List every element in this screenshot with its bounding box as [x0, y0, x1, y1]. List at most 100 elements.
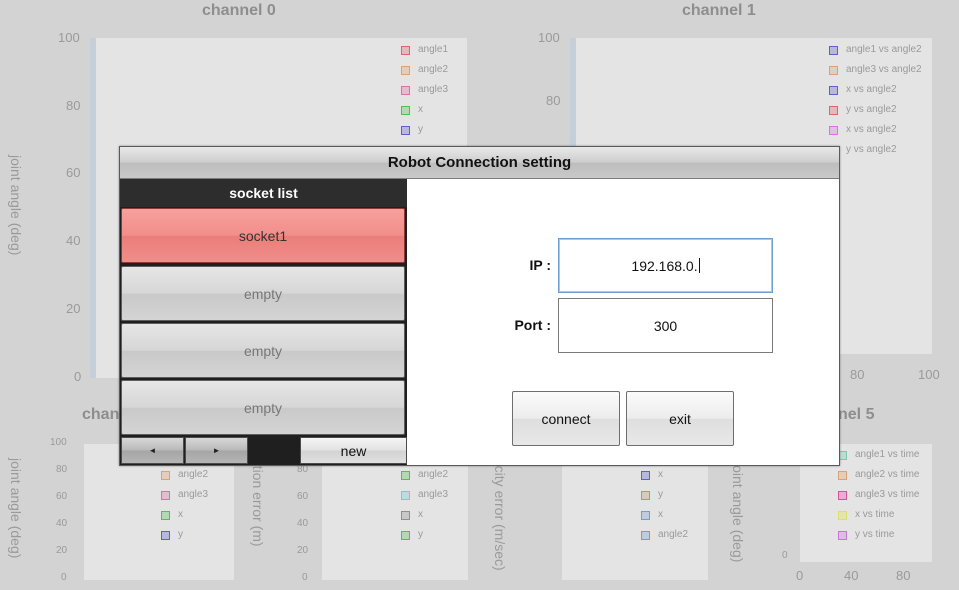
- channel1-title: channel 1: [682, 2, 756, 19]
- socket-list-item[interactable]: socket1: [121, 208, 405, 263]
- legend-label: angle1 vs angle2: [846, 44, 922, 55]
- legend-swatch-icon: [838, 510, 847, 520]
- legend-entry: y vs time: [838, 525, 919, 545]
- legend-entry: angle3 vs time: [838, 485, 919, 505]
- channel3-legend: angle2 angle3 x y: [401, 465, 448, 545]
- legend-swatch-icon: [401, 490, 410, 500]
- channel2-ytick: 100: [50, 437, 67, 448]
- legend-swatch-icon: [829, 45, 838, 55]
- ip-field[interactable]: 192.168.0.: [558, 238, 773, 293]
- channel1-ytick: 100: [538, 30, 560, 45]
- legend-swatch-icon: [838, 470, 847, 480]
- port-field[interactable]: 300: [558, 298, 773, 353]
- legend-label: y vs angle2: [846, 104, 897, 115]
- legend-entry: y: [401, 120, 448, 140]
- legend-label: x vs time: [855, 509, 895, 520]
- connect-button[interactable]: connect: [512, 391, 620, 446]
- channel0-yaxis: [90, 38, 96, 378]
- legend-label: y: [178, 529, 183, 540]
- legend-label: y: [658, 489, 663, 500]
- channel5-xtick: 40: [844, 568, 859, 583]
- legend-label: angle2: [178, 469, 209, 480]
- legend-entry: angle3: [401, 485, 448, 505]
- socket-list-panel: socket list socket1 empty empty empty ◄ …: [120, 179, 407, 465]
- legend-swatch-icon: [829, 85, 838, 95]
- legend-swatch-icon: [161, 490, 170, 500]
- legend-swatch-icon: [401, 45, 410, 55]
- legend-entry: angle3: [161, 485, 208, 505]
- dialog-title: Robot Connection setting: [120, 147, 839, 179]
- channel2-ylabel: joint angle (deg): [8, 458, 24, 559]
- legend-swatch-icon: [401, 65, 410, 75]
- legend-label: angle3 vs angle2: [846, 64, 922, 75]
- channel3-ytick: 40: [297, 518, 309, 529]
- socket-list-item[interactable]: empty: [121, 380, 405, 435]
- legend-label: angle2 vs time: [855, 469, 920, 480]
- next-page-button[interactable]: ►: [185, 437, 248, 464]
- legend-entry: x vs time: [838, 505, 919, 525]
- legend-label: angle2: [658, 529, 689, 540]
- legend-swatch-icon: [401, 510, 410, 520]
- legend-label: angle3 vs time: [855, 489, 920, 500]
- channel1-legend: angle1 vs angle2 angle3 vs angle2 x vs ang…: [829, 40, 922, 160]
- channel2-title: chan: [82, 406, 120, 423]
- legend-label: y vs angle2: [846, 144, 897, 155]
- channel5-xtick: 0: [796, 568, 804, 583]
- legend-swatch-icon: [401, 105, 410, 115]
- legend-entry: x: [401, 100, 448, 120]
- legend-entry: angle2 vs time: [838, 465, 919, 485]
- legend-entry: y: [161, 525, 208, 545]
- legend-label: y vs time: [855, 529, 895, 540]
- legend-label: x vs angle2: [846, 124, 897, 135]
- legend-label: angle2: [418, 469, 449, 480]
- legend-entry: angle2: [401, 465, 448, 485]
- legend-label: y: [418, 529, 423, 540]
- channel2-ytick: 20: [56, 545, 68, 556]
- channel2-legend: angle2 angle3 x y: [161, 465, 208, 545]
- new-socket-button[interactable]: new: [300, 437, 407, 464]
- legend-entry: x: [161, 505, 208, 525]
- channel1-ytick: 80: [546, 93, 561, 108]
- legend-entry: angle2: [401, 60, 448, 80]
- legend-entry: angle3 vs angle2: [829, 60, 922, 80]
- legend-label: angle3: [178, 489, 209, 500]
- legend-label: x: [418, 509, 423, 520]
- legend-swatch-icon: [641, 530, 650, 540]
- legend-label: angle3: [418, 84, 449, 95]
- socket-list-item[interactable]: empty: [121, 266, 405, 321]
- legend-entry: x vs angle2: [829, 120, 922, 140]
- legend-swatch-icon: [838, 530, 847, 540]
- exit-button[interactable]: exit: [626, 391, 734, 446]
- channel3-ytick: 60: [297, 491, 309, 502]
- channel5-title: nel 5: [838, 406, 875, 423]
- channel0-ytick: 60: [66, 165, 81, 180]
- legend-label: angle1 vs time: [855, 449, 920, 460]
- legend-entry: angle1: [401, 40, 448, 60]
- legend-swatch-icon: [829, 105, 838, 115]
- legend-label: x: [418, 104, 423, 115]
- legend-label: angle1: [418, 44, 449, 55]
- arrow-right-icon: ►: [212, 446, 221, 455]
- channel0-ytick: 80: [66, 98, 81, 113]
- channel2-ytick: 0: [61, 572, 67, 583]
- arrow-left-icon: ◄: [148, 446, 157, 455]
- legend-swatch-icon: [161, 510, 170, 520]
- legend-entry: x: [641, 505, 688, 525]
- legend-swatch-icon: [161, 470, 170, 480]
- legend-entry: angle2: [641, 525, 688, 545]
- channel5-ytick: 0: [782, 550, 788, 561]
- legend-entry: y: [641, 485, 688, 505]
- channel3-ytick: 20: [297, 545, 309, 556]
- socket-list-item[interactable]: empty: [121, 323, 405, 378]
- channel0-title: channel 0: [202, 2, 276, 19]
- legend-label: x vs angle2: [846, 84, 897, 95]
- port-label: Port :: [514, 317, 551, 333]
- prev-page-button[interactable]: ◄: [121, 437, 184, 464]
- legend-label: y: [418, 124, 423, 135]
- legend-swatch-icon: [641, 470, 650, 480]
- ip-label: IP :: [529, 257, 551, 273]
- legend-label: angle2: [418, 64, 449, 75]
- legend-entry: y vs angle2: [829, 140, 922, 160]
- channel5-ylabel: joint angle (deg): [730, 462, 746, 563]
- channel0-legend: angle1 angle2 angle3 x y: [401, 40, 448, 140]
